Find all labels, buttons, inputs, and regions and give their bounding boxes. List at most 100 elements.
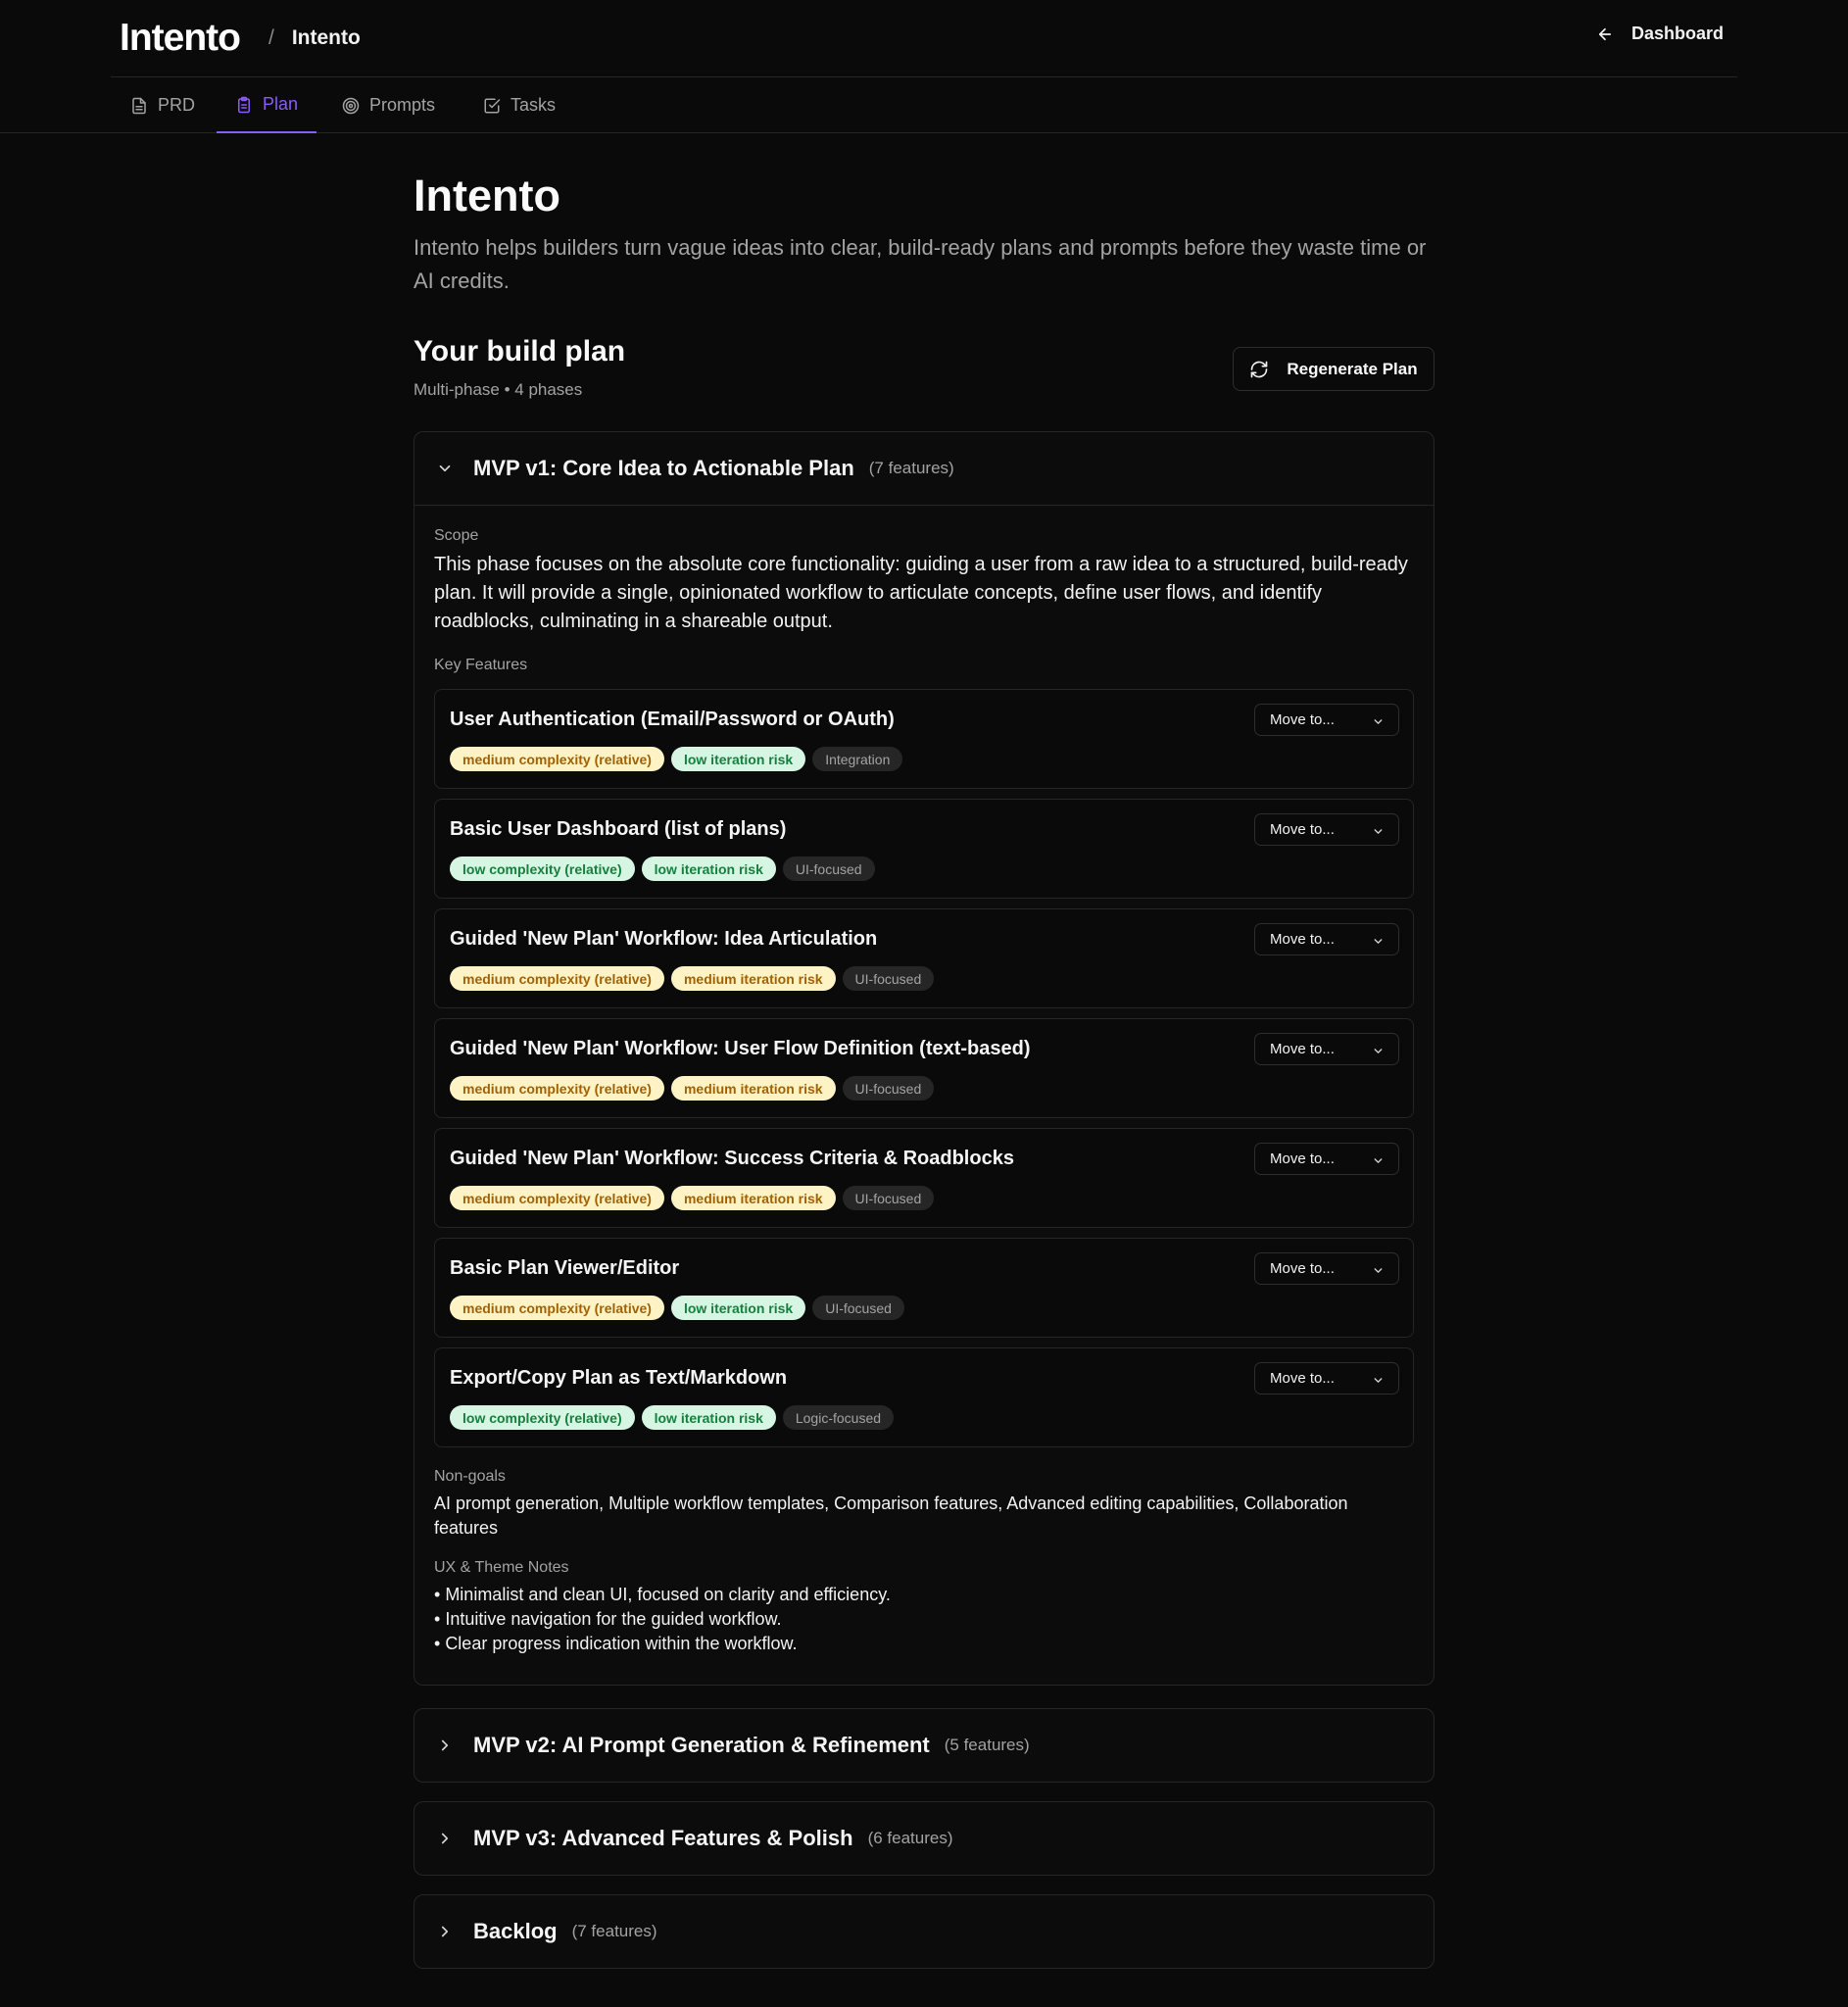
category-badge: Logic-focused bbox=[782, 1405, 895, 1430]
complexity-badge: medium complexity (relative) bbox=[450, 747, 664, 771]
breadcrumb-project[interactable]: Intento bbox=[292, 26, 361, 50]
scope-text: This phase focuses on the absolute core … bbox=[434, 554, 1408, 632]
ux-notes-list: Minimalist and clean UI, focused on clar… bbox=[434, 1583, 1414, 1656]
chevron-down-icon bbox=[1374, 829, 1383, 834]
tab-prd[interactable]: PRD bbox=[112, 77, 214, 133]
complexity-badge: medium complexity (relative) bbox=[450, 1076, 664, 1101]
phase-name: MVP v1: Core Idea to Actionable Plan bbox=[473, 456, 854, 480]
category-badge: UI-focused bbox=[782, 857, 875, 881]
move-to-dropdown[interactable]: Move to... bbox=[1254, 923, 1399, 955]
phase-card: MVP v3: Advanced Features & Polish (6 fe… bbox=[413, 1801, 1435, 1876]
phase-card: Backlog (7 features) bbox=[413, 1894, 1435, 1969]
feature-title: Guided 'New Plan' Workflow: Idea Articul… bbox=[450, 928, 878, 950]
phase-feature-count: (7 features) bbox=[868, 459, 954, 477]
phase-name: MVP v2: AI Prompt Generation & Refinemen… bbox=[473, 1733, 930, 1757]
category-badge: Integration bbox=[812, 747, 903, 771]
complexity-badge: medium complexity (relative) bbox=[450, 966, 664, 991]
checkbox-icon bbox=[484, 98, 501, 113]
feature-card: Export/Copy Plan as Text/Markdown low com… bbox=[434, 1347, 1414, 1447]
tab-label: Prompts bbox=[369, 95, 436, 115]
move-to-label: Move to... bbox=[1270, 711, 1335, 728]
risk-badge: low iteration risk bbox=[641, 1405, 776, 1430]
feature-title: Basic Plan Viewer/Editor bbox=[450, 1257, 680, 1279]
ux-notes-label: UX & Theme Notes bbox=[434, 1559, 569, 1576]
nongoals-text: AI prompt generation, Multiple workflow … bbox=[434, 1493, 1348, 1538]
dashboard-label: Dashboard bbox=[1630, 24, 1724, 43]
move-to-label: Move to... bbox=[1270, 1150, 1335, 1167]
chevron-down-icon bbox=[1374, 939, 1383, 944]
tab-label: Plan bbox=[263, 94, 299, 114]
feature-badges: low complexity (relative) low iteration r… bbox=[450, 857, 882, 881]
move-to-dropdown[interactable]: Move to... bbox=[1254, 1252, 1399, 1285]
move-to-label: Move to... bbox=[1270, 1370, 1335, 1387]
phase-feature-count: (5 features) bbox=[944, 1736, 1030, 1754]
chevron-right-icon bbox=[441, 1739, 449, 1751]
category-badge: UI-focused bbox=[812, 1296, 904, 1320]
risk-badge: low iteration risk bbox=[670, 1296, 806, 1320]
project-description: Intento helps builders turn vague ideas … bbox=[413, 235, 1427, 293]
phase-feature-count: (7 features) bbox=[571, 1922, 657, 1940]
phase-header[interactable]: Backlog (7 features) bbox=[414, 1895, 1434, 1968]
chevron-down-icon bbox=[1374, 1378, 1383, 1383]
ux-note: Minimalist and clean UI, focused on clar… bbox=[434, 1583, 1414, 1607]
chevron-down-icon bbox=[1374, 1268, 1383, 1273]
risk-badge: medium iteration risk bbox=[670, 966, 836, 991]
phase-name: MVP v3: Advanced Features & Polish bbox=[473, 1826, 853, 1850]
key-features-label: Key Features bbox=[434, 657, 528, 673]
arrow-left-icon bbox=[1598, 27, 1612, 40]
phase-card: MVP v2: AI Prompt Generation & Refinemen… bbox=[413, 1708, 1435, 1783]
category-badge: UI-focused bbox=[842, 966, 935, 991]
ux-note: Intuitive navigation for the guided work… bbox=[434, 1607, 1414, 1632]
app-logo[interactable]: Intento bbox=[120, 17, 241, 60]
feature-badges: medium complexity (relative) medium itera… bbox=[450, 966, 941, 991]
feature-card: Guided 'New Plan' Workflow: User Flow De… bbox=[434, 1018, 1414, 1118]
move-to-dropdown[interactable]: Move to... bbox=[1254, 1143, 1399, 1175]
complexity-badge: medium complexity (relative) bbox=[450, 1186, 664, 1210]
move-to-dropdown[interactable]: Move to... bbox=[1254, 1362, 1399, 1395]
ux-note: Clear progress indication within the wor… bbox=[434, 1632, 1414, 1656]
feature-title: Export/Copy Plan as Text/Markdown bbox=[450, 1367, 788, 1389]
tab-tasks[interactable]: Tasks bbox=[464, 77, 574, 133]
chevron-down-icon bbox=[439, 465, 451, 472]
move-to-label: Move to... bbox=[1270, 1041, 1335, 1057]
feature-card: User Authentication (Email/Password or O… bbox=[434, 689, 1414, 789]
chevron-right-icon bbox=[441, 1833, 449, 1844]
target-icon bbox=[342, 97, 360, 114]
project-title: Intento bbox=[413, 171, 560, 220]
plan-title: Your build plan bbox=[413, 335, 626, 367]
file-icon bbox=[132, 97, 146, 114]
regenerate-label: Regenerate Plan bbox=[1287, 359, 1418, 378]
feature-badges: medium complexity (relative) medium itera… bbox=[450, 1076, 941, 1101]
move-to-label: Move to... bbox=[1270, 931, 1335, 948]
risk-badge: low iteration risk bbox=[670, 747, 806, 771]
phase-header[interactable]: MVP v2: AI Prompt Generation & Refinemen… bbox=[414, 1709, 1434, 1782]
phase-header[interactable]: MVP v3: Advanced Features & Polish (6 fe… bbox=[414, 1802, 1434, 1875]
chevron-down-icon bbox=[1374, 1158, 1383, 1163]
move-to-dropdown[interactable]: Move to... bbox=[1254, 704, 1399, 736]
feature-title: User Authentication (Email/Password or O… bbox=[450, 709, 895, 730]
dashboard-link[interactable]: Dashboard bbox=[1596, 24, 1724, 44]
category-badge: UI-focused bbox=[842, 1186, 935, 1210]
feature-title: Basic User Dashboard (list of plans) bbox=[450, 818, 787, 840]
move-to-dropdown[interactable]: Move to... bbox=[1254, 1033, 1399, 1065]
feature-badges: medium complexity (relative) low iteratio… bbox=[450, 1296, 911, 1320]
category-badge: UI-focused bbox=[842, 1076, 935, 1101]
complexity-badge: medium complexity (relative) bbox=[450, 1296, 664, 1320]
phase-header[interactable]: MVP v1: Core Idea to Actionable Plan (7 … bbox=[414, 432, 1434, 505]
phase-name: Backlog bbox=[473, 1919, 558, 1943]
chevron-right-icon bbox=[441, 1926, 449, 1937]
tab-prompts[interactable]: Prompts bbox=[323, 77, 454, 133]
chevron-down-icon bbox=[1374, 1049, 1383, 1053]
plan-subtitle: Multi-phase • 4 phases bbox=[413, 380, 583, 399]
feature-card: Guided 'New Plan' Workflow: Success Crit… bbox=[434, 1128, 1414, 1228]
feature-badges: medium complexity (relative) low iteratio… bbox=[450, 747, 909, 771]
phase-feature-count: (6 features) bbox=[867, 1829, 953, 1847]
feature-card: Guided 'New Plan' Workflow: Idea Articul… bbox=[434, 908, 1414, 1008]
feature-card: Basic Plan Viewer/Editor medium complexit… bbox=[434, 1238, 1414, 1338]
clipboard-icon bbox=[238, 96, 250, 113]
feature-card: Basic User Dashboard (list of plans) low … bbox=[434, 799, 1414, 899]
move-to-dropdown[interactable]: Move to... bbox=[1254, 813, 1399, 846]
complexity-badge: low complexity (relative) bbox=[450, 857, 635, 881]
tab-plan[interactable]: Plan bbox=[217, 77, 317, 133]
regenerate-plan-button[interactable]: Regenerate Plan bbox=[1233, 347, 1435, 391]
